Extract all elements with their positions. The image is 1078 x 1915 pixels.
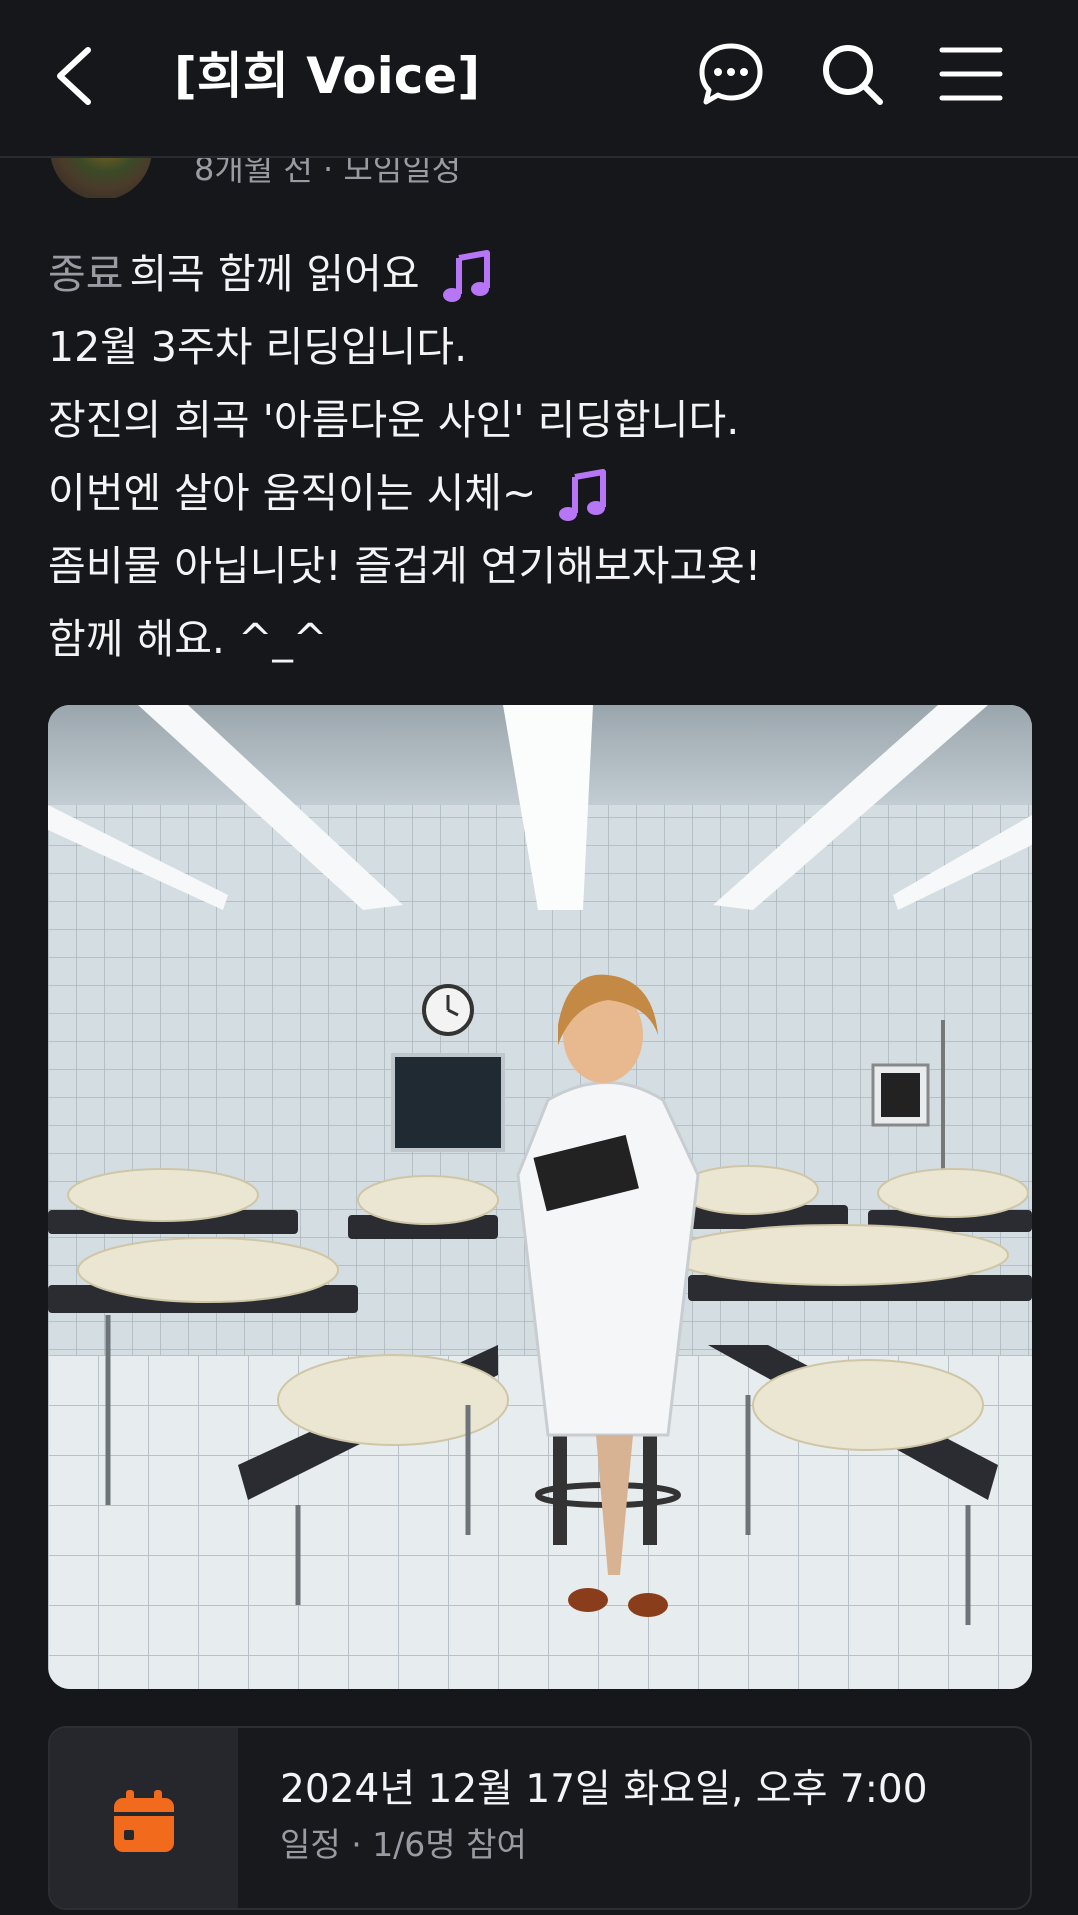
app-screen: [희희 Voice] 8개월 전 · 모임일정 종료 희곡 함께 읽어요 12월… (0, 0, 1078, 1915)
back-button[interactable] (48, 44, 104, 108)
schedule-date: 2024년 12월 17일 화요일, 오후 7:00 (280, 1767, 928, 1812)
chat-button[interactable] (696, 40, 766, 110)
calendar-icon (114, 1790, 174, 1852)
post-meta-text: 8개월 전 · 모임일정 (194, 158, 462, 188)
avatar[interactable] (50, 158, 152, 198)
post-line-3-row: 이번엔 살아 움직이는 시체~ (48, 457, 1038, 530)
status-badge: 종료 (48, 250, 124, 298)
music-note-icon (559, 469, 607, 521)
post-meta-row: 8개월 전 · 모임일정 (0, 158, 1078, 198)
schedule-card[interactable]: 2024년 12월 17일 화요일, 오후 7:00 일정 · 1/6명 참여 (48, 1726, 1032, 1910)
post-line-2: 장진의 희곡 '아름다운 사인' 리딩합니다. (48, 396, 740, 444)
calendar-panel (50, 1728, 238, 1908)
chat-bubble-icon (699, 43, 763, 105)
search-icon (823, 45, 883, 105)
page-title: [희희 Voice] (174, 47, 481, 105)
post-line-4: 좀비물 아닙니닷! 즐겁게 연기해보자고욧! (48, 542, 762, 590)
post-line-1: 12월 3주차 리딩입니다. (48, 323, 468, 371)
post-line-3: 이번엔 살아 움직이는 시체~ (48, 469, 537, 517)
morgue-illustration (48, 705, 1032, 1689)
post-line-5: 함께 해요. ^_^ (48, 615, 328, 663)
search-button[interactable] (818, 40, 888, 110)
post-title-line: 종료 희곡 함께 읽어요 (48, 238, 1038, 311)
top-app-bar: [희희 Voice] (0, 0, 1078, 158)
schedule-participants: 일정 · 1/6명 참여 (280, 1825, 527, 1864)
hamburger-menu-icon (939, 47, 1003, 101)
menu-button[interactable] (936, 40, 1006, 110)
post-body: 종료 희곡 함께 읽어요 12월 3주차 리딩입니다. 장진의 희곡 '아름다운 … (48, 238, 1038, 676)
back-chevron-icon (57, 47, 91, 105)
post-title: 희곡 함께 읽어요 (129, 250, 420, 298)
music-note-icon (442, 250, 490, 302)
post-image[interactable] (48, 705, 1032, 1689)
